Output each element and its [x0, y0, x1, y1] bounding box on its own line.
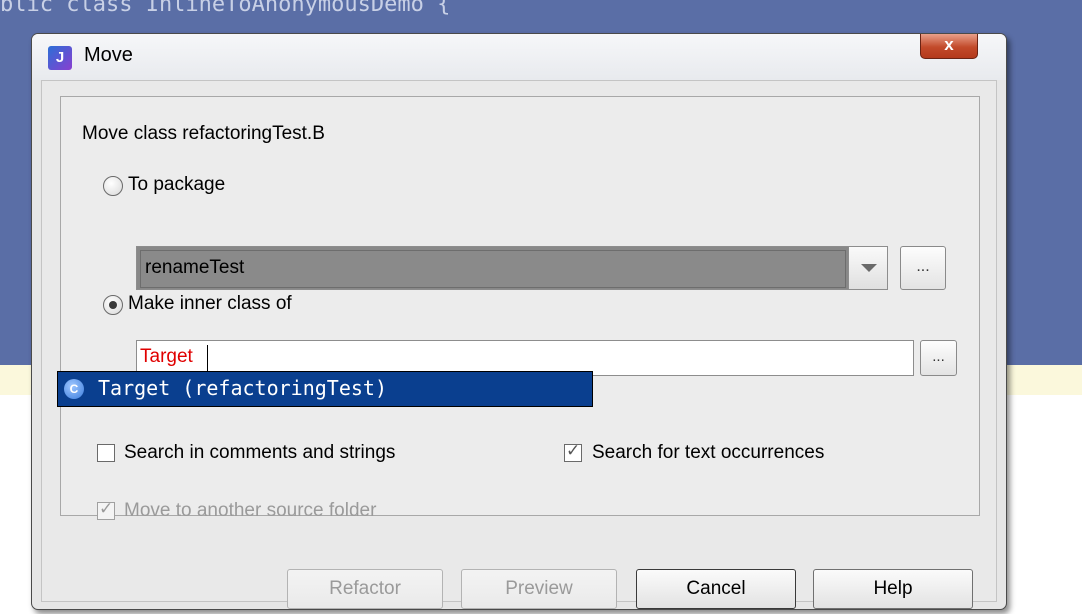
to-package-radio[interactable]: [103, 176, 123, 196]
package-combobox[interactable]: renameTest: [136, 246, 888, 290]
title-bar[interactable]: J Move x: [32, 34, 1006, 80]
package-browse-button[interactable]: ...: [900, 246, 946, 290]
make-inner-class-label[interactable]: Make inner class of: [128, 293, 292, 315]
search-comments-checkbox[interactable]: [97, 444, 115, 462]
radio-selected-dot: [109, 301, 117, 309]
make-inner-class-radio[interactable]: [103, 295, 123, 315]
refactor-button[interactable]: Refactor: [287, 569, 443, 609]
package-value: renameTest: [145, 257, 245, 278]
autocomplete-item[interactable]: Target (refactoringTest): [98, 376, 387, 400]
search-text-checkbox[interactable]: [564, 441, 582, 462]
autocomplete-popup[interactable]: C Target (refactoringTest): [57, 371, 593, 407]
search-text-label[interactable]: Search for text occurrences: [592, 442, 824, 464]
preview-button[interactable]: Preview: [461, 569, 617, 609]
dialog-title: Move: [84, 44, 133, 66]
help-button[interactable]: Help: [813, 569, 973, 609]
move-heading: Move class refactoringTest.B: [82, 123, 325, 144]
target-class-browse-button[interactable]: ...: [920, 340, 957, 376]
text-caret: [207, 345, 208, 371]
search-comments-label[interactable]: Search in comments and strings: [124, 442, 395, 464]
to-package-label[interactable]: To package: [128, 174, 225, 196]
chevron-down-icon[interactable]: [848, 247, 887, 289]
package-combobox-field[interactable]: renameTest: [140, 250, 846, 288]
move-source-folder-checkbox: [97, 499, 115, 520]
move-dialog: J Move x Move class refactoringTest.B To…: [31, 33, 1007, 610]
cancel-button[interactable]: Cancel: [636, 569, 796, 609]
dialog-content: Move class refactoringTest.B To package …: [41, 80, 997, 609]
move-source-folder-label: Move to another source folder: [124, 500, 377, 521]
editor-code-line: blic class InlineToAnonymousDemo {: [0, 0, 451, 17]
close-button[interactable]: x: [920, 34, 978, 59]
target-class-value: Target: [140, 346, 193, 367]
class-icon: C: [64, 379, 84, 399]
app-logo-icon: J: [48, 46, 72, 70]
